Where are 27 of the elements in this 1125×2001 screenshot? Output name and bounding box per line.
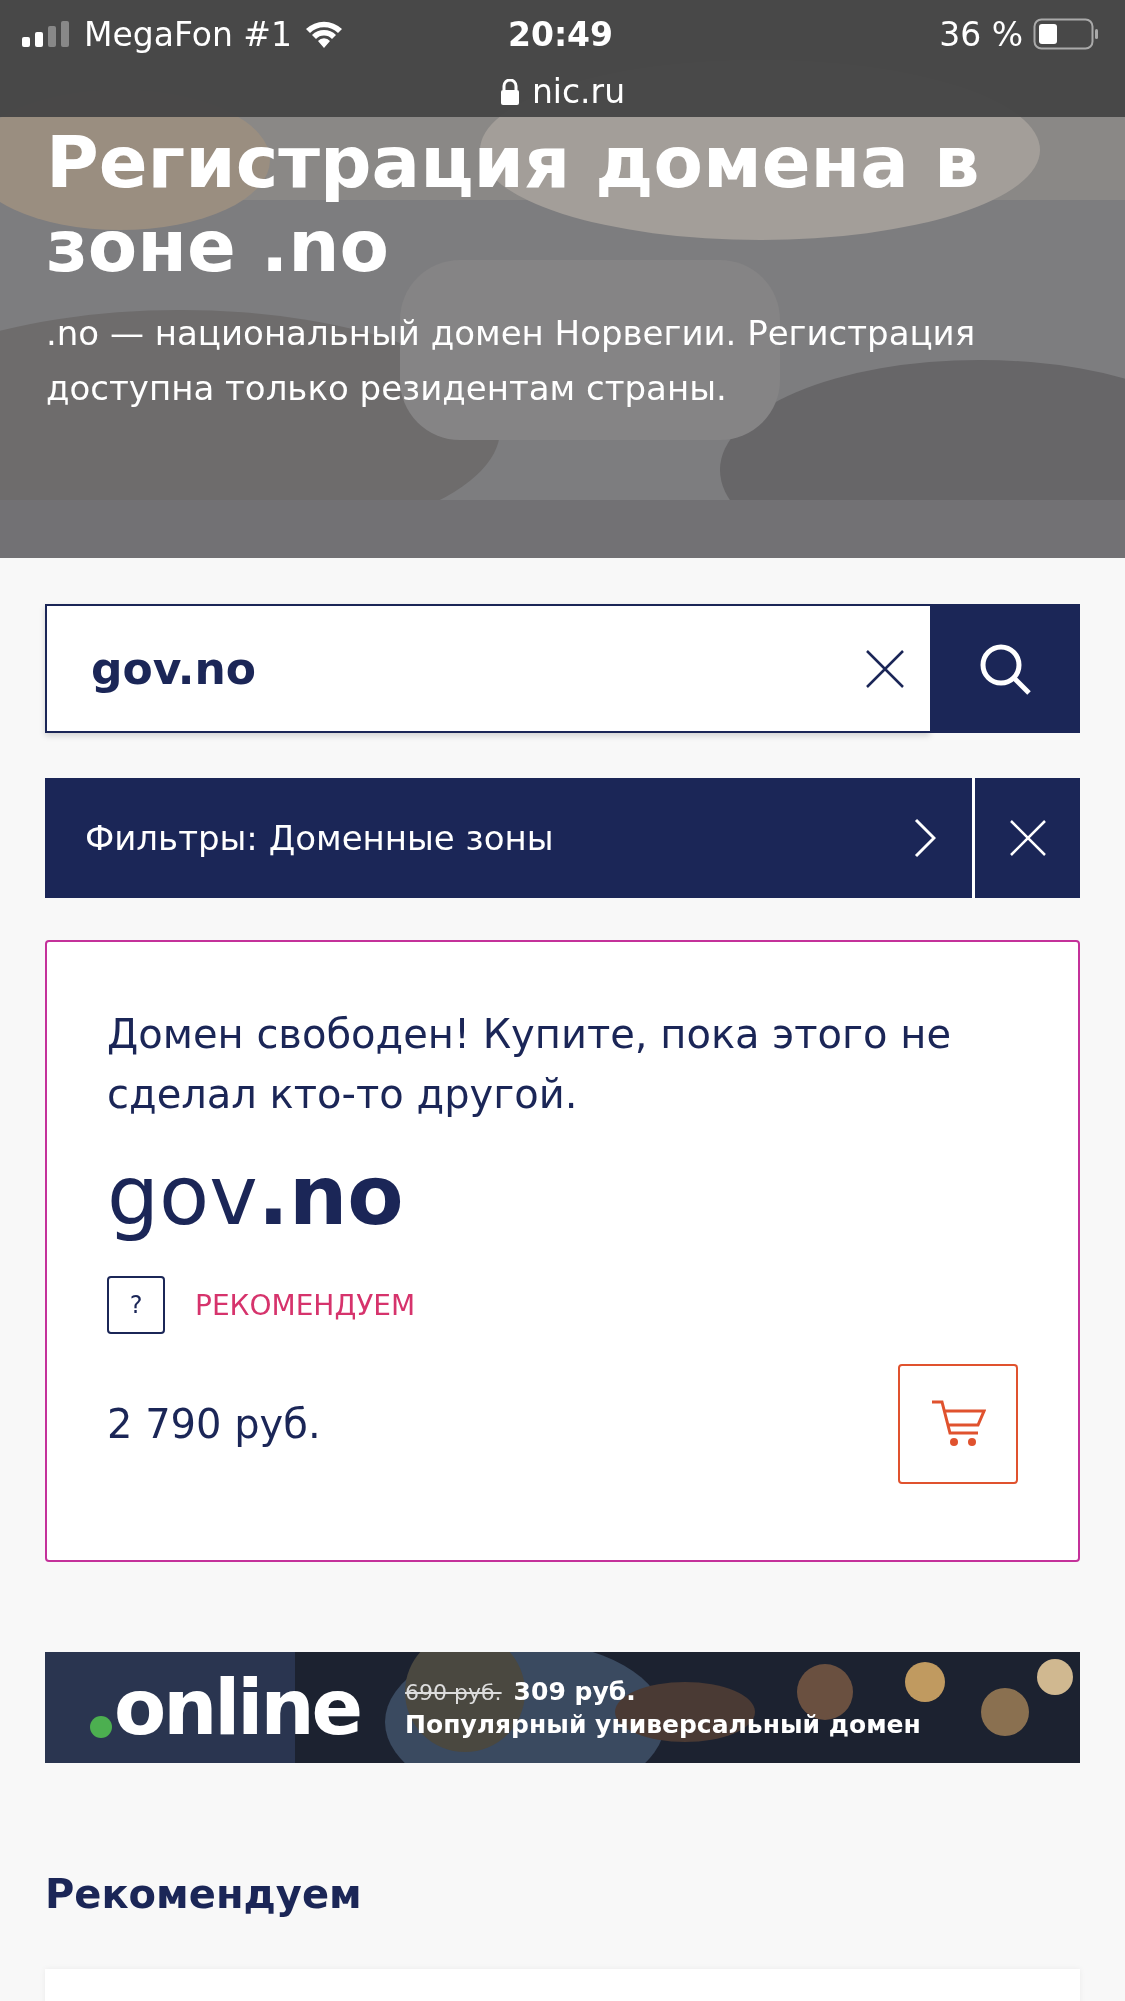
recommended-label: РЕКОМЕНДУЕМ (195, 1288, 416, 1322)
section-title: Рекомендуем (45, 1871, 363, 1917)
chevron-right-icon (914, 818, 936, 858)
close-icon (1008, 819, 1047, 857)
close-icon (865, 648, 905, 689)
promo-banner[interactable]: online 690 руб. 309 руб. Популярный универсальный домен (45, 1652, 1080, 1763)
search-button[interactable] (930, 604, 1080, 733)
availability-message: Домен свободен! Купите, пока этого не сделал кто-то другой. (107, 1010, 952, 1119)
domain-name: gov.no (107, 1147, 405, 1245)
new-price: 309 руб. (513, 1676, 636, 1706)
page-subtitle: .no — национальный домен Норвегии. Регистрация доступна только резидентам страны. (46, 312, 977, 410)
cart-button[interactable] (898, 1364, 1018, 1484)
battery-icon (1033, 18, 1099, 50)
page-url[interactable]: nic.ru (531, 72, 626, 111)
cart-icon (930, 1399, 986, 1449)
old-price: 690 руб. (405, 1679, 502, 1705)
banner-logo: online (114, 1667, 361, 1748)
banner-tagline: Популярный универсальный домен (405, 1709, 921, 1739)
price: 2 790 руб. (107, 1401, 321, 1447)
wifi-icon (304, 19, 344, 49)
lock-icon (499, 78, 520, 105)
signal-icon (22, 21, 72, 47)
battery-percent: 36 % (939, 14, 1023, 54)
page-title: Регистрация домена в зоне .no (46, 120, 981, 288)
clock-time: 20:49 (508, 14, 614, 54)
help-button[interactable]: ? (107, 1276, 165, 1334)
carrier-name: MegaFon #1 (84, 14, 292, 54)
